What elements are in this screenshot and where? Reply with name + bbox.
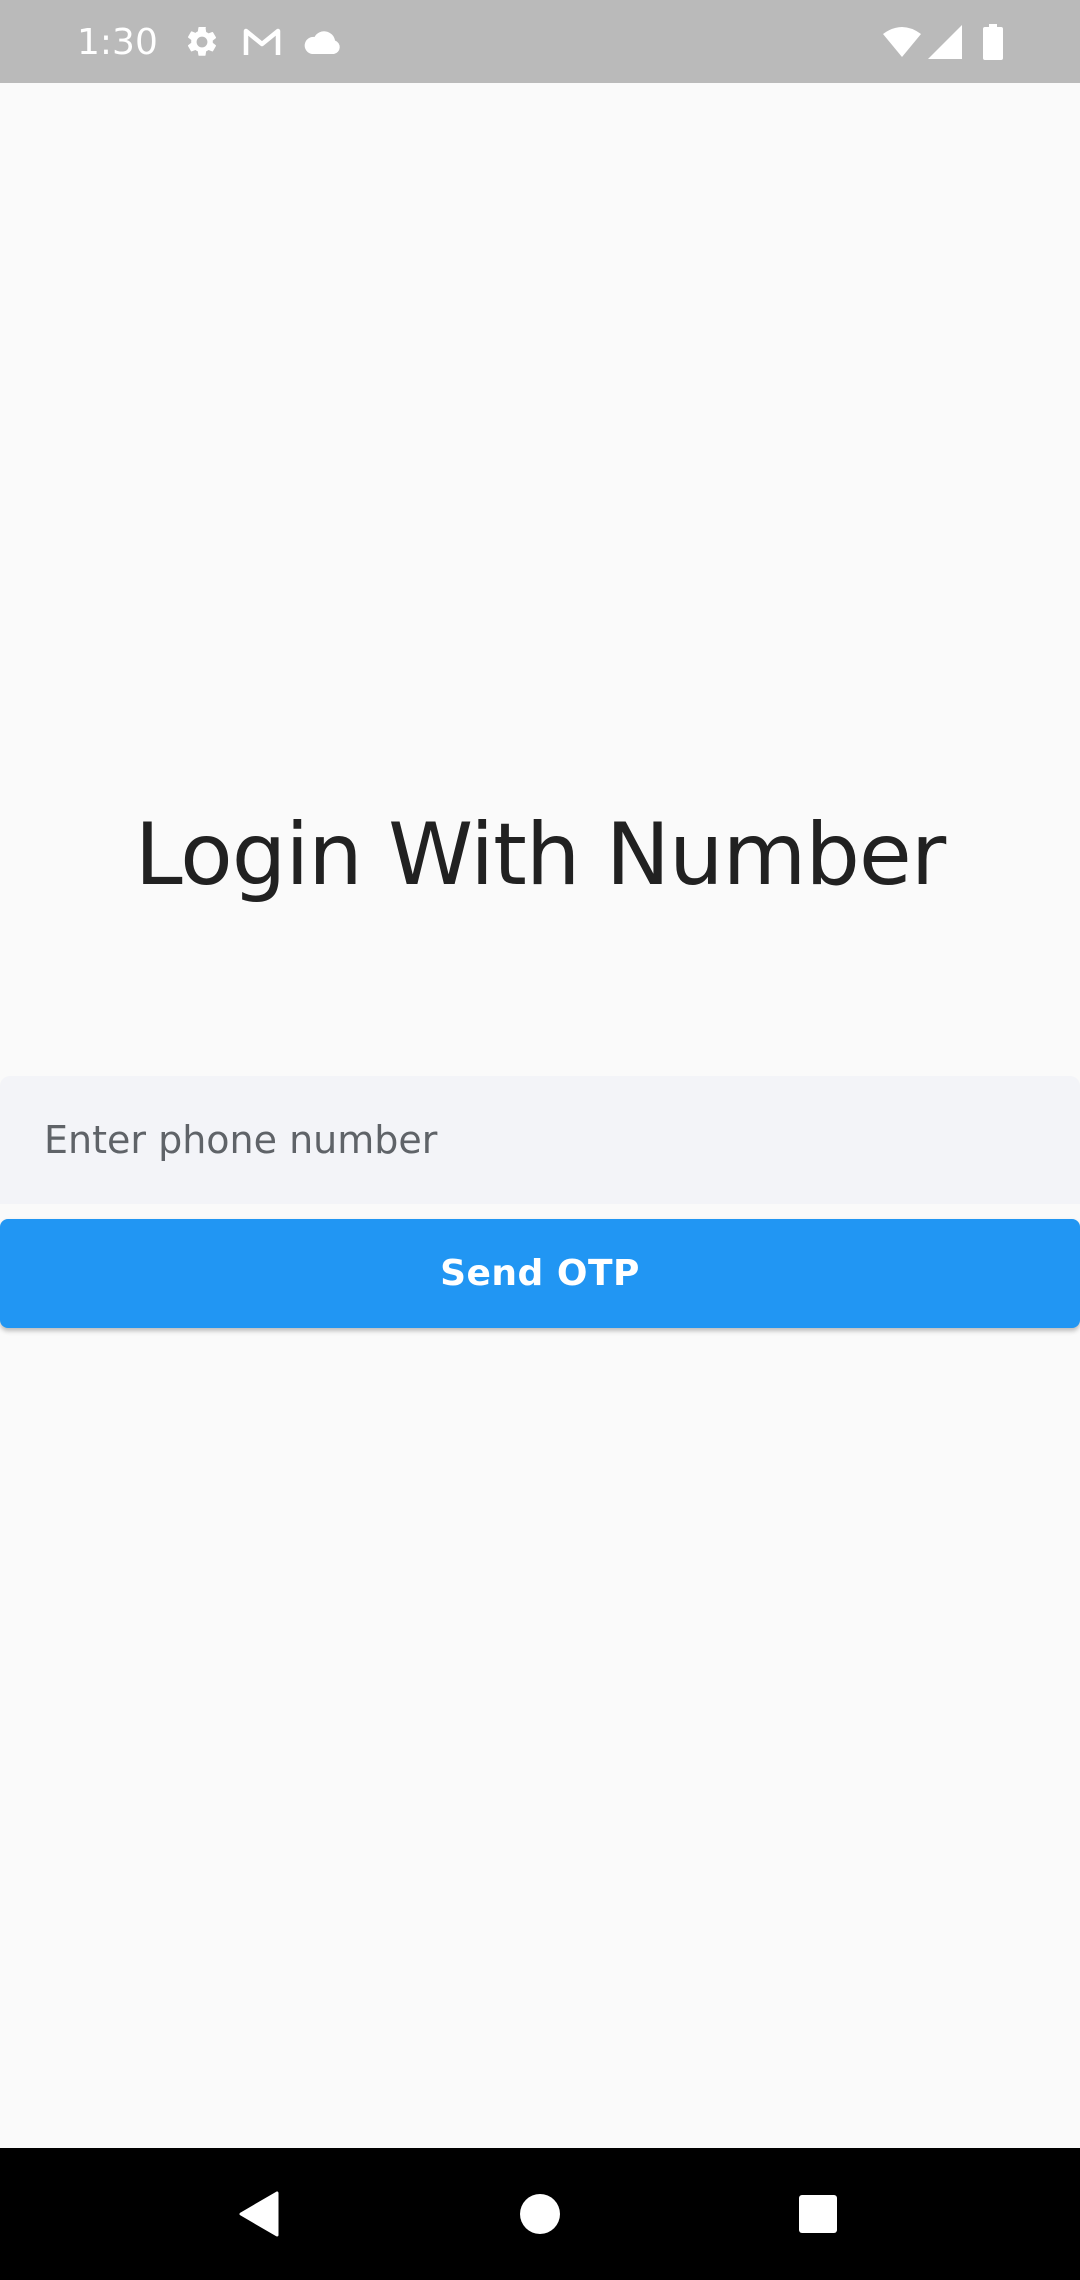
send-otp-button[interactable]: Send OTP [0,1219,1080,1328]
battery-icon [980,0,1006,83]
signal-icon [926,0,966,83]
wifi-icon [880,0,924,83]
status-bar: 1:30 [0,0,1080,83]
status-time: 1:30 [77,22,158,63]
page-title: Login With Number [134,805,946,905]
navigation-bar [0,2148,1080,2280]
phone-field [0,1076,1080,1204]
send-otp-label: Send OTP [440,1253,640,1294]
recents-icon[interactable] [748,2148,888,2280]
home-icon[interactable] [470,2148,610,2280]
back-icon[interactable] [189,2148,329,2280]
phone-number-input[interactable] [0,1076,1080,1204]
settings-icon [182,0,222,83]
cloud-icon [302,0,344,83]
gmail-icon [240,0,284,83]
